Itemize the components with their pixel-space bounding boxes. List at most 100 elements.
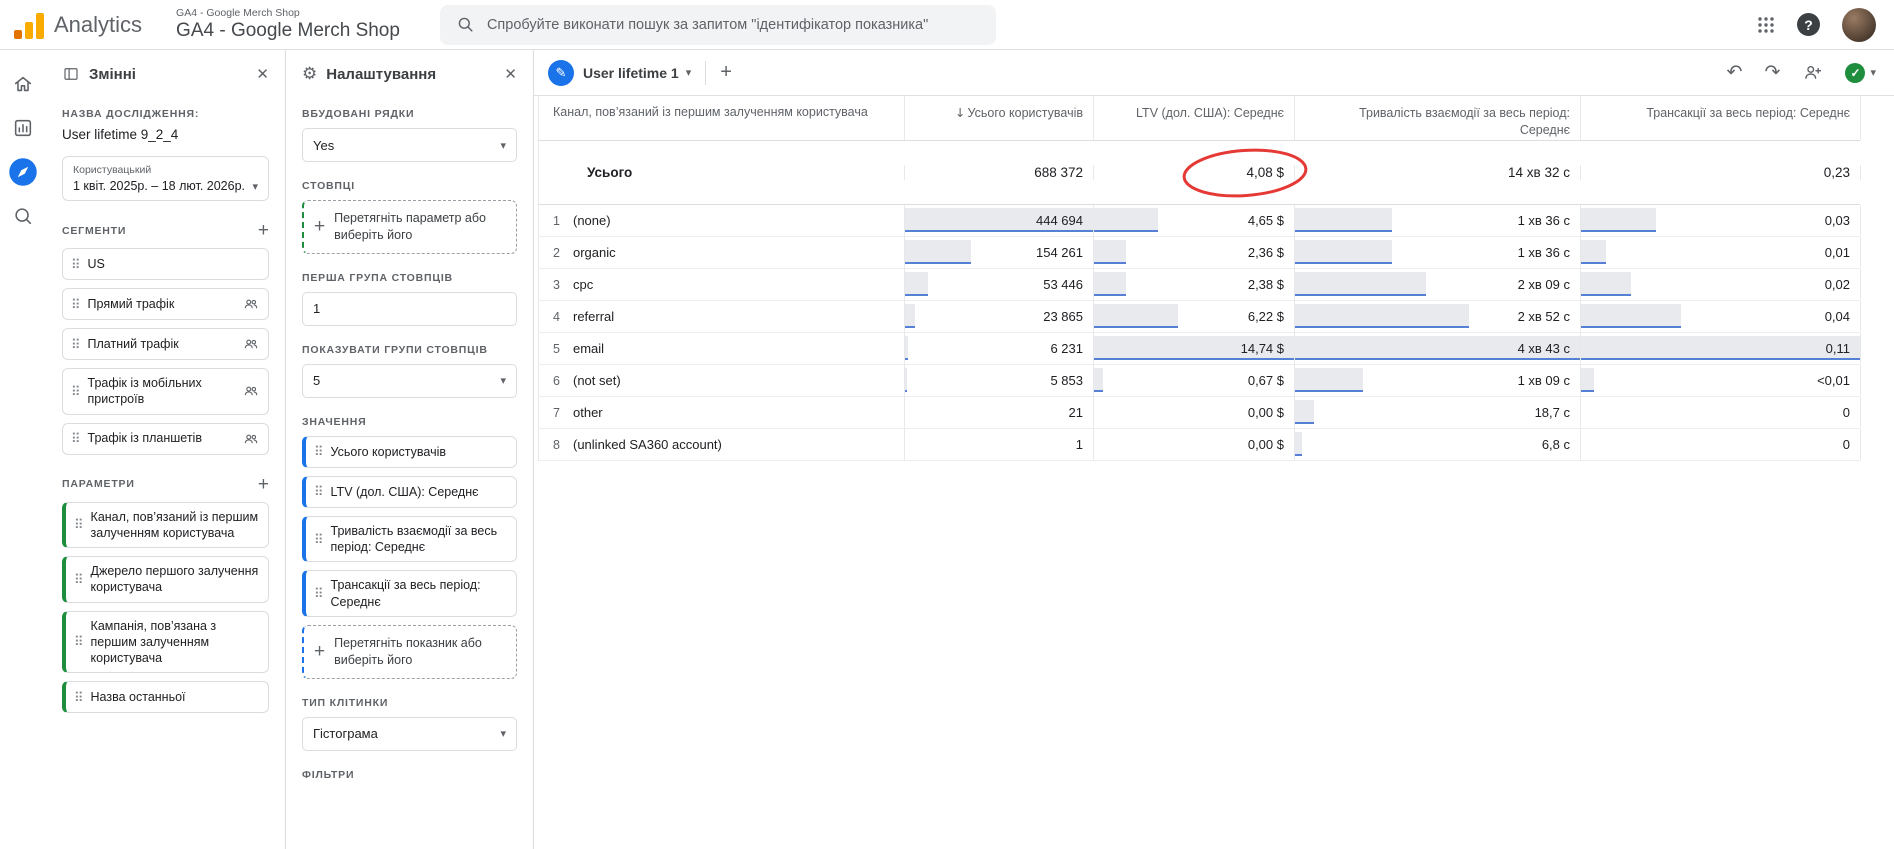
edit-pencil-icon[interactable]: ✎: [548, 60, 574, 86]
table-row[interactable]: 5 email 6 231 14,74 $ 4 хв 43 с 0,11: [539, 333, 1860, 365]
segment-chip[interactable]: ⠿ US: [62, 248, 269, 280]
sort-desc-icon: ↓: [955, 105, 965, 120]
close-icon[interactable]: ✕: [504, 65, 517, 83]
users-cell: 21: [905, 397, 1094, 428]
chevron-down-icon: ▾: [252, 180, 258, 193]
drag-handle-icon[interactable]: ⠿: [74, 635, 84, 648]
table-row[interactable]: 4 referral 23 865 6,22 $ 2 хв 52 с 0,04: [539, 301, 1860, 333]
channel-value: organic: [573, 245, 616, 260]
drag-handle-icon[interactable]: ⠿: [71, 432, 81, 445]
search-input[interactable]: Спробуйте виконати пошук за запитом "іде…: [440, 5, 996, 45]
dimension-chip[interactable]: ⠿ Джерело першого залучення користувача: [62, 556, 269, 603]
ltv-cell: 0,00 $: [1094, 429, 1295, 460]
share-users-icon[interactable]: [1802, 62, 1823, 83]
dimension-chip[interactable]: ⠿ Кампанія, пов’язана з першим залучення…: [62, 611, 269, 674]
advertising-icon[interactable]: [5, 198, 41, 234]
first-column-group-input[interactable]: 1: [302, 292, 517, 326]
drag-handle-icon[interactable]: ⠿: [74, 691, 84, 704]
metric-chip[interactable]: ⠿ Трансакції за весь період: Середнє: [302, 570, 517, 617]
segment-chip[interactable]: ⠿ Прямий трафік: [62, 288, 269, 320]
close-icon[interactable]: ✕: [256, 65, 269, 83]
property-breadcrumb: GA4 - Google Merch Shop: [176, 7, 400, 19]
ltv-cell: 4,65 $: [1094, 205, 1295, 236]
reports-icon[interactable]: [5, 110, 41, 146]
dimension-cell: 8 (unlinked SA360 account): [539, 429, 905, 460]
histogram-bar: [905, 368, 907, 392]
table-row[interactable]: 3 cpc 53 446 2,38 $ 2 хв 09 с 0,02: [539, 269, 1860, 301]
row-number: 2: [539, 246, 561, 260]
histogram-bar: [1094, 208, 1158, 232]
table-row[interactable]: 6 (not set) 5 853 0,67 $ 1 хв 09 с <0,01: [539, 365, 1860, 397]
undo-icon[interactable]: ↶: [1727, 63, 1743, 82]
date-range-selector[interactable]: Користувацький 1 квіт. 2025р. – 18 лют. …: [62, 156, 269, 201]
histogram-bar: [1295, 368, 1363, 392]
column-header-channel[interactable]: Канал, пов’язаний із першим залученням к…: [539, 96, 905, 140]
metric-chip[interactable]: ⠿ Усього користувачів: [302, 436, 517, 468]
settings-panel-title: Налаштування: [326, 66, 495, 83]
plus-icon: +: [314, 217, 325, 236]
app-name: Analytics: [54, 12, 142, 38]
people-icon: [242, 335, 260, 353]
first-column-group-label: ПЕРША ГРУПА СТОВПЦІВ: [302, 272, 517, 284]
table-row[interactable]: 7 other 21 0,00 $ 18,7 с 0: [539, 397, 1860, 429]
dimension-cell: 7 other: [539, 397, 905, 428]
metric-chip[interactable]: ⠿ LTV (дол. США): Середнє: [302, 476, 517, 508]
dimension-chip[interactable]: ⠿ Назва останньої: [62, 681, 269, 713]
tab-user-lifetime[interactable]: User lifetime 1: [583, 65, 679, 81]
column-header-engagement[interactable]: Тривалість взаємодії за весь період: Сер…: [1295, 96, 1581, 140]
engagement-cell: 1 хв 09 с: [1295, 365, 1581, 396]
drag-handle-icon[interactable]: ⠿: [74, 518, 84, 531]
add-dimension-button[interactable]: +: [258, 475, 269, 494]
totals-ltv: 4,08 $: [1094, 165, 1295, 180]
drag-handle-icon[interactable]: ⠿: [71, 385, 81, 398]
dimension-chip[interactable]: ⠿ Канал, пов’язаний із першим залученням…: [62, 502, 269, 549]
add-segment-button[interactable]: +: [258, 221, 269, 240]
home-icon[interactable]: [5, 66, 41, 102]
ltv-cell: 2,38 $: [1094, 269, 1295, 300]
column-header-users[interactable]: ↓Усього користувачів: [905, 96, 1094, 140]
metric-drop-zone[interactable]: + Перетягніть показник або виберіть його: [302, 625, 517, 679]
status-ok-button[interactable]: ✓ ▾: [1845, 63, 1876, 83]
chevron-down-icon[interactable]: ▾: [686, 66, 692, 79]
variables-panel: Змінні ✕ НАЗВА ДОСЛІДЖЕННЯ: User lifetim…: [46, 50, 286, 849]
drag-handle-icon[interactable]: ⠿: [314, 485, 324, 498]
nested-rows-dropdown[interactable]: Yes ▾: [302, 128, 517, 162]
show-column-groups-dropdown[interactable]: 5 ▾: [302, 364, 517, 398]
cell-type-dropdown[interactable]: Гістограма ▾: [302, 717, 517, 751]
column-header-transactions[interactable]: Трансакції за весь період: Середнє: [1581, 96, 1861, 140]
drag-handle-icon[interactable]: ⠿: [71, 298, 81, 311]
add-tab-button[interactable]: +: [720, 61, 732, 84]
date-range-value: 1 квіт. 2025р. – 18 лют. 2026р.: [73, 179, 252, 193]
avatar[interactable]: [1842, 8, 1876, 42]
column-header-ltv[interactable]: LTV (дол. США): Середнє: [1094, 96, 1295, 140]
variables-panel-title: Змінні: [89, 66, 247, 83]
metric-chip[interactable]: ⠿ Тривалість взаємодії за весь період: С…: [302, 516, 517, 563]
drag-handle-icon[interactable]: ⠿: [314, 587, 324, 600]
table-row[interactable]: 2 organic 154 261 2,36 $ 1 хв 36 с 0,01: [539, 237, 1860, 269]
property-selector[interactable]: GA4 - Google Merch Shop GA4 - Google Mer…: [176, 7, 400, 42]
totals-transactions: 0,23: [1581, 165, 1861, 180]
values-label: ЗНАЧЕННЯ: [302, 416, 517, 428]
apps-grid-icon[interactable]: [1757, 16, 1775, 34]
table-row[interactable]: 1 (none) 444 694 4,65 $ 1 хв 36 с 0,03: [539, 205, 1860, 237]
help-icon[interactable]: ?: [1797, 13, 1820, 36]
drag-handle-icon[interactable]: ⠿: [314, 533, 324, 546]
explore-icon[interactable]: [5, 154, 41, 190]
segment-chip[interactable]: ⠿ Трафік із мобільних пристроїв: [62, 368, 269, 415]
exploration-name[interactable]: User lifetime 9_2_4: [62, 127, 269, 142]
redo-icon[interactable]: ↷: [1765, 63, 1781, 82]
dimension-drop-zone[interactable]: + Перетягніть параметр або виберіть його: [302, 200, 517, 254]
segment-chip[interactable]: ⠿ Платний трафік: [62, 328, 269, 360]
table-row[interactable]: 8 (unlinked SA360 account) 1 0,00 $ 6,8 …: [539, 429, 1860, 461]
drag-handle-icon[interactable]: ⠿: [71, 338, 81, 351]
histogram-bar: [1581, 336, 1860, 360]
drag-handle-icon[interactable]: ⠿: [314, 445, 324, 458]
drag-handle-icon[interactable]: ⠿: [74, 573, 84, 586]
dimension-cell: 4 referral: [539, 301, 905, 332]
drag-handle-icon[interactable]: ⠿: [71, 258, 81, 271]
transactions-cell: 0,01: [1581, 237, 1861, 268]
engagement-cell: 2 хв 09 с: [1295, 269, 1581, 300]
check-icon: ✓: [1845, 63, 1865, 83]
segment-chip[interactable]: ⠿ Трафік із планшетів: [62, 423, 269, 455]
chevron-down-icon: ▾: [500, 374, 506, 387]
